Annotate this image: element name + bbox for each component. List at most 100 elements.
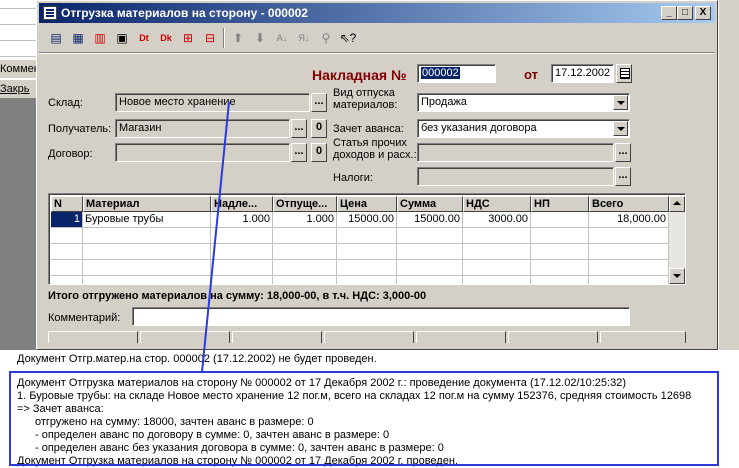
empty-cell[interactable] [211, 244, 273, 260]
column-header-vat[interactable]: НДС [463, 196, 531, 212]
minimize-button[interactable]: _ [661, 6, 677, 20]
bottom-button[interactable] [600, 331, 686, 343]
empty-cell[interactable] [51, 228, 83, 244]
cell-released[interactable]: 1.000 [273, 212, 337, 228]
insert-icon[interactable]: ⊟ [201, 29, 219, 47]
column-header-price[interactable]: Цена [337, 196, 397, 212]
column-header-sum[interactable]: Сумма [397, 196, 463, 212]
sort-desc-icon[interactable]: Я↓ [295, 29, 313, 47]
dk-icon[interactable]: Dk [157, 29, 175, 47]
title-bar[interactable]: Отгрузка материалов на сторону - 000002 … [39, 3, 715, 23]
empty-cell[interactable] [463, 276, 531, 284]
other-income-field[interactable] [417, 143, 614, 162]
chevron-down-icon[interactable] [613, 121, 628, 136]
edit-row-icon[interactable]: ▣ [113, 29, 131, 47]
empty-cell[interactable] [83, 276, 211, 284]
table-scrollbar[interactable] [669, 196, 685, 284]
empty-cell[interactable] [51, 244, 83, 260]
other-income-select-button[interactable]: ... [615, 143, 631, 162]
calendar-icon[interactable] [616, 64, 632, 83]
empty-cell[interactable] [273, 228, 337, 244]
add-doc-icon[interactable]: ⊞ [179, 29, 197, 47]
empty-cell[interactable] [273, 244, 337, 260]
empty-cell[interactable] [337, 228, 397, 244]
empty-cell[interactable] [463, 244, 531, 260]
recipient-field[interactable]: Магазин [115, 119, 290, 138]
background-comment-button[interactable]: Коммен [0, 60, 36, 78]
recipient-clear-button[interactable]: 0 [311, 119, 327, 138]
bottom-button[interactable] [140, 331, 230, 343]
maximize-button[interactable]: □ [677, 6, 693, 20]
contract-field[interactable] [115, 143, 290, 162]
bottom-button[interactable] [48, 331, 138, 343]
sort-asc-icon[interactable]: A↓ [273, 29, 291, 47]
warehouse-field[interactable]: Новое место хранение [115, 93, 310, 112]
column-header-released[interactable]: Отпуще... [273, 196, 337, 212]
empty-cell[interactable] [397, 260, 463, 276]
close-button[interactable]: X [695, 6, 711, 20]
empty-cell[interactable] [337, 260, 397, 276]
materials-table[interactable]: N Материал Надле... Отпуще... Цена Сумма… [48, 193, 686, 285]
bottom-button[interactable] [232, 331, 322, 343]
move-up-icon[interactable]: ⬆ [229, 29, 247, 47]
advance-select[interactable]: без указания договора [417, 119, 630, 138]
empty-cell[interactable] [211, 260, 273, 276]
delete-row-icon[interactable]: ▥ [91, 29, 109, 47]
bottom-button[interactable] [508, 331, 598, 343]
dt-icon[interactable]: Dt [135, 29, 153, 47]
comment-field[interactable] [132, 307, 630, 326]
move-down-icon[interactable]: ⬇ [251, 29, 269, 47]
cell-price[interactable]: 15000.00 [337, 212, 397, 228]
empty-cell[interactable] [531, 276, 589, 284]
empty-cell[interactable] [211, 228, 273, 244]
cell-sum[interactable]: 15000.00 [397, 212, 463, 228]
filter-icon[interactable]: ⚲ [317, 29, 335, 47]
empty-cell[interactable] [83, 244, 211, 260]
taxes-field[interactable] [417, 167, 614, 186]
cell-material[interactable]: Буровые трубы [83, 212, 211, 228]
empty-cell[interactable] [463, 260, 531, 276]
taxes-select-button[interactable]: ... [615, 167, 631, 186]
background-close-button[interactable]: Закрь [0, 80, 36, 98]
empty-cell[interactable] [397, 228, 463, 244]
empty-cell[interactable] [83, 260, 211, 276]
new-row-icon[interactable]: ▤ [47, 29, 65, 47]
bottom-button[interactable] [324, 331, 414, 343]
contract-clear-button[interactable]: 0 [311, 143, 327, 162]
empty-cell[interactable] [531, 244, 589, 260]
cell-due[interactable]: 1.000 [211, 212, 273, 228]
scroll-up-icon[interactable] [669, 196, 685, 212]
empty-cell[interactable] [531, 260, 589, 276]
copy-row-icon[interactable]: ▦ [69, 29, 87, 47]
bottom-button[interactable] [416, 331, 506, 343]
empty-cell[interactable] [463, 228, 531, 244]
empty-cell[interactable] [531, 228, 589, 244]
column-header-total[interactable]: Всего [589, 196, 669, 212]
empty-cell[interactable] [589, 276, 669, 284]
empty-cell[interactable] [211, 276, 273, 284]
column-header-np[interactable]: НП [531, 196, 589, 212]
empty-cell[interactable] [589, 244, 669, 260]
column-header-material[interactable]: Материал [83, 196, 211, 212]
empty-cell[interactable] [51, 276, 83, 284]
empty-cell[interactable] [83, 228, 211, 244]
column-header-due[interactable]: Надле... [211, 196, 273, 212]
column-header-n[interactable]: N [51, 196, 83, 212]
empty-cell[interactable] [337, 244, 397, 260]
invoice-number-field[interactable]: 000002 [417, 64, 496, 83]
scroll-down-icon[interactable] [669, 268, 685, 284]
empty-cell[interactable] [337, 276, 397, 284]
empty-cell[interactable] [51, 260, 83, 276]
empty-cell[interactable] [589, 228, 669, 244]
empty-cell[interactable] [397, 244, 463, 260]
contract-select-button[interactable]: ... [291, 143, 307, 162]
cell-n[interactable]: 1 [51, 212, 83, 228]
cell-np[interactable] [531, 212, 589, 228]
cell-total[interactable]: 18,000.00 [589, 212, 669, 228]
empty-cell[interactable] [397, 276, 463, 284]
help-pointer-icon[interactable]: ⇖? [339, 29, 357, 47]
empty-cell[interactable] [589, 260, 669, 276]
recipient-select-button[interactable]: ... [291, 119, 307, 138]
empty-cell[interactable] [273, 260, 337, 276]
cell-vat[interactable]: 3000.00 [463, 212, 531, 228]
